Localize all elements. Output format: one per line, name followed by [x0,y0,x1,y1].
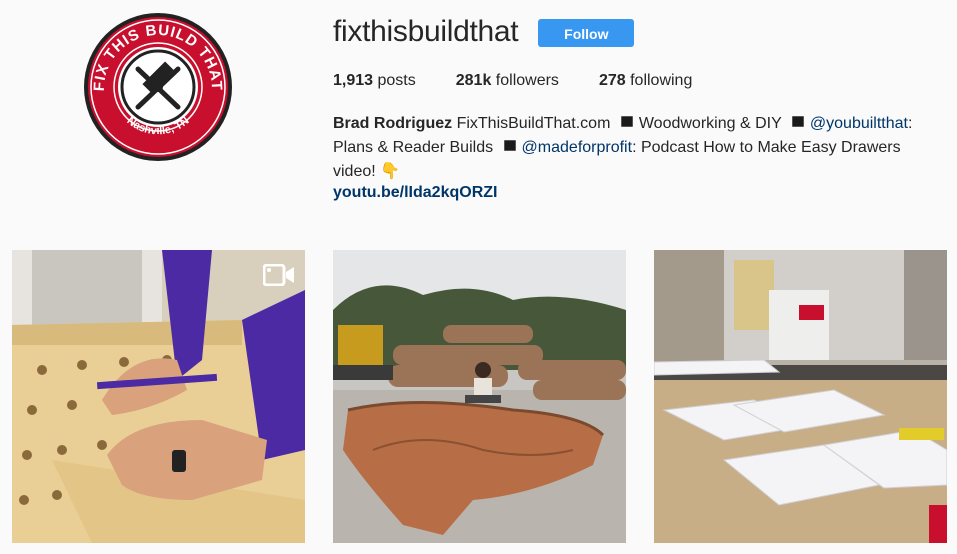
followers-count: 281k [455,72,492,89]
lumber-yard-slab-photo [333,250,626,543]
profile-title-row: fixthisbuildthat Follow [333,14,635,50]
profile-username: fixthisbuildthat [333,15,519,48]
following-label: following [630,72,693,89]
profile-bio: Brad Rodriguez FixThisBuildThat.com Wood… [333,112,938,184]
mention-youbuiltthat[interactable]: @youbuiltthat [810,115,908,132]
post-thumbnail[interactable] [654,250,947,543]
woodworking-hands-photo [12,250,305,543]
posts-stat: 1,913 posts [333,72,416,90]
followers-stat[interactable]: 281k followers [456,72,559,90]
post-thumbnail[interactable] [12,250,305,543]
bio-link[interactable]: youtu.be/lIda2kqORZI [333,184,497,202]
posts-label: posts [377,72,416,89]
black-square-icon [620,116,633,127]
black-square-icon [791,116,804,127]
bio-full-name: Brad Rodriguez [333,115,453,132]
following-stat[interactable]: 278 following [599,72,692,90]
bio-topic: Woodworking & DIY [638,115,782,132]
video-camera-icon [263,264,294,286]
following-count: 278 [598,72,626,89]
profile-stats: 1,913 posts 281k followers 278 following [333,72,732,90]
post-thumbnail[interactable] [333,250,626,543]
black-square-icon [503,140,516,151]
profile-avatar[interactable]: FIX THIS BUILD THAT Nashville, TN [82,11,234,163]
workshop-panels-photo [654,250,947,543]
bio-site: FixThisBuildThat.com [456,115,611,132]
followers-label: followers [495,72,559,89]
fix-this-build-that-logo: FIX THIS BUILD THAT Nashville, TN [82,11,234,163]
posts-count: 1,913 [333,72,374,89]
mention-madeforprofit[interactable]: @madeforprofit [522,139,633,156]
follow-button[interactable]: Follow [538,19,635,47]
pointing-down-icon: 👇 [380,163,401,180]
